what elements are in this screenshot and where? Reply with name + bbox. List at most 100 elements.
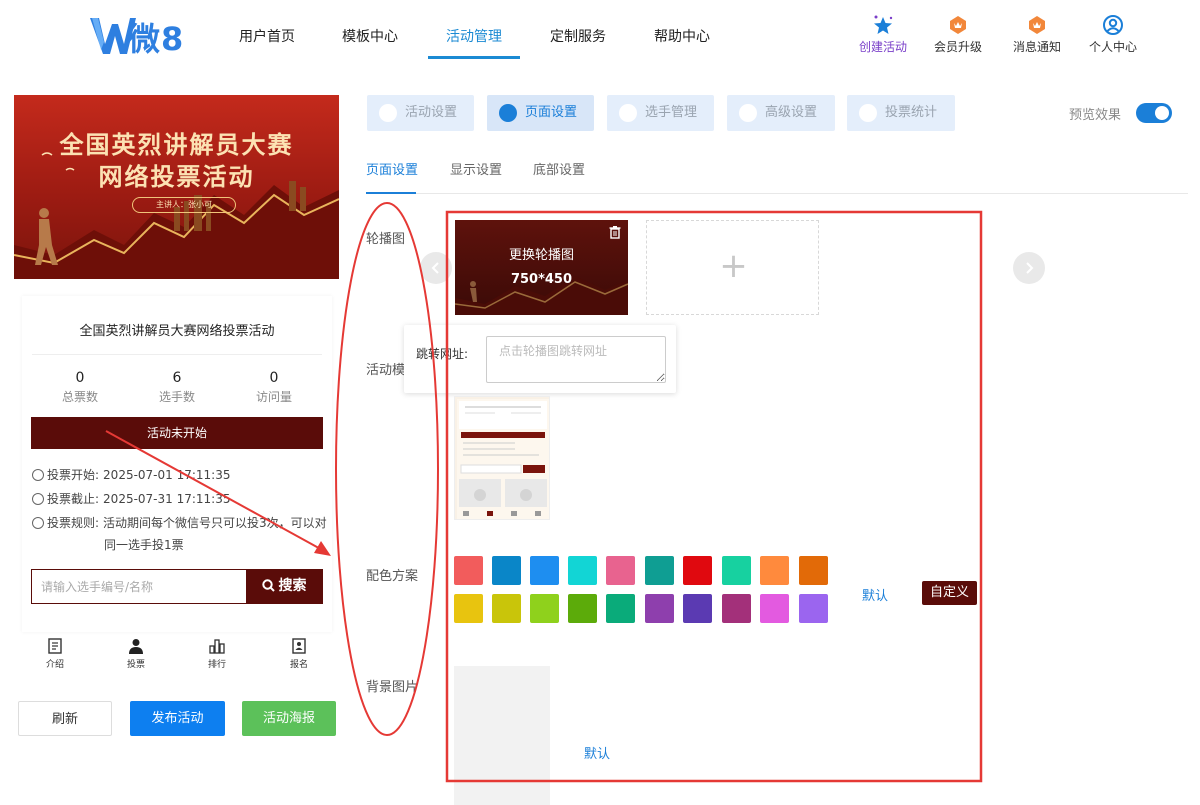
tab-vote-label: 投票 (126, 660, 145, 670)
tab-rank[interactable]: 排行 (192, 638, 242, 670)
color-swatch[interactable] (645, 594, 674, 623)
trash-icon[interactable] (608, 225, 622, 239)
step-vote-stats[interactable]: 投票统计 (847, 95, 955, 131)
color-swatch[interactable] (530, 594, 559, 623)
tab-intro[interactable]: 介绍 (30, 638, 80, 670)
bar-chart-icon (209, 639, 225, 654)
label-activity-template: 活动模 (366, 363, 406, 378)
tab-rank-label: 排行 (207, 660, 226, 670)
preview-effect-label: 预览效果 (1069, 108, 1122, 123)
search-button-label: 搜索 (278, 578, 307, 594)
stat-total-votes: 0 总票数 (40, 370, 120, 405)
preview-tabbar: 介绍 投票 排行 报名 (14, 634, 339, 674)
step-advanced-settings[interactable]: 高级设置 (727, 95, 835, 131)
logo-text[interactable]: 微8 (128, 14, 184, 60)
personal-center-button[interactable]: 个人中心 (1081, 14, 1145, 55)
label-color-scheme: 配色方案 (366, 569, 419, 584)
player-search-button[interactable]: 搜索 (246, 570, 322, 603)
tab-vote[interactable]: 投票 (111, 638, 161, 670)
preview-effect-toggle[interactable] (1136, 103, 1172, 123)
subtab-footer-settings[interactable]: 底部设置 (533, 159, 585, 178)
publish-activity-button[interactable]: 发布活动 (130, 701, 225, 736)
subtab-page-settings[interactable]: 页面设置 (366, 159, 418, 178)
stat-label: 选手数 (158, 390, 195, 404)
divider (32, 354, 322, 355)
step-activity-settings[interactable]: 活动设置 (367, 95, 474, 131)
thumb-size-text: 750*450 (510, 272, 573, 287)
member-upgrade-label: 会员升级 (933, 40, 982, 54)
banner-speaker: 主讲人：张小可 (132, 197, 236, 213)
carousel-add-button[interactable]: + (646, 220, 819, 315)
refresh-button[interactable]: 刷新 (18, 701, 112, 736)
color-swatch[interactable] (683, 594, 712, 623)
color-swatch[interactable] (683, 556, 712, 585)
id-card-icon (292, 638, 306, 654)
jump-url-popover: 跳转网址: (404, 325, 676, 393)
member-upgrade-button[interactable]: 会员升级 (926, 14, 990, 55)
color-swatch[interactable] (645, 556, 674, 585)
tab-intro-label: 介绍 (45, 660, 64, 670)
vote-rule-label: 投票规则: (47, 516, 100, 530)
player-search: 搜索 (31, 569, 323, 604)
stat-label: 总票数 (61, 390, 98, 404)
color-swatch[interactable] (454, 594, 483, 623)
color-swatch[interactable] (799, 556, 828, 585)
nav-templates[interactable]: 模板中心 (342, 26, 398, 46)
preview-banner: 全国英烈讲解员大赛 网络投票活动 主讲人：张小可 (14, 95, 339, 279)
color-swatch[interactable] (799, 594, 828, 623)
color-swatch[interactable] (568, 594, 597, 623)
jump-url-input[interactable] (486, 336, 666, 383)
user-circle-icon (1103, 15, 1123, 35)
color-swatch[interactable] (606, 594, 635, 623)
carousel-next-button[interactable] (1013, 252, 1045, 284)
vote-start-label: 投票开始: (47, 468, 100, 482)
activity-title: 全国英烈讲解员大赛网络投票活动 (79, 324, 275, 339)
vote-start-value: 2025-07-01 17:11:35 (103, 468, 231, 482)
heart-icon (379, 104, 397, 122)
color-swatch[interactable] (492, 594, 521, 623)
player-search-input[interactable] (32, 570, 248, 603)
tab-signup[interactable]: 报名 (274, 638, 324, 670)
color-swatch[interactable] (722, 594, 751, 623)
background-image-thumb[interactable] (454, 666, 550, 805)
color-swatch[interactable] (722, 556, 751, 585)
vote-end-value: 2025-07-31 17:11:35 (103, 492, 231, 506)
nav-help-center[interactable]: 帮助中心 (654, 26, 710, 46)
personal-center-label: 个人中心 (1088, 40, 1137, 54)
carousel-image-thumb[interactable]: 更换轮播图 750*450 (455, 220, 628, 315)
preview-info-panel: 全国英烈讲解员大赛网络投票活动 0 总票数 6 选手数 0 访问量 活动未开始 … (22, 296, 332, 632)
create-activity-button[interactable]: 创建活动 (851, 14, 915, 55)
color-swatch[interactable] (760, 594, 789, 623)
jump-url-label: 跳转网址: (416, 347, 469, 361)
step-label: 页面设置 (525, 105, 578, 120)
color-swatch[interactable] (454, 556, 483, 585)
color-swatch[interactable] (530, 556, 559, 585)
subtab-display-settings[interactable]: 显示设置 (450, 159, 502, 178)
nav-activity-manage[interactable]: 活动管理 (446, 26, 502, 46)
color-swatch[interactable] (492, 556, 521, 585)
color-swatch[interactable] (606, 556, 635, 585)
stat-value: 0 (75, 370, 85, 386)
chevron-right-icon (1026, 262, 1034, 274)
color-swatch[interactable] (760, 556, 789, 585)
activity-poster-button[interactable]: 活动海报 (242, 701, 336, 736)
activity-template-thumb[interactable] (454, 396, 550, 520)
background-default-button[interactable]: 默认 (584, 743, 610, 762)
carousel-prev-button[interactable] (420, 252, 452, 284)
vote-rule-line2: 同一选手投1票 (104, 538, 184, 552)
vote-end-label: 投票截止: (47, 492, 100, 506)
message-notify-button[interactable]: 消息通知 (1005, 14, 1069, 55)
label-background-image: 背景图片 (366, 680, 419, 695)
step-player-manage[interactable]: 选手管理 (607, 95, 714, 131)
bell-icon (1029, 16, 1045, 34)
step-page-settings[interactable]: 页面设置 (487, 95, 594, 131)
color-custom-button[interactable]: 自定义 (922, 581, 977, 605)
color-swatch[interactable] (568, 556, 597, 585)
step-label: 高级设置 (765, 105, 818, 120)
list-icon (859, 104, 877, 122)
nav-custom-service[interactable]: 定制服务 (550, 26, 606, 46)
step-label: 活动设置 (405, 105, 458, 120)
stat-visits: 0 访问量 (234, 370, 314, 405)
color-default-button[interactable]: 默认 (862, 585, 888, 604)
nav-home[interactable]: 用户首页 (239, 26, 295, 46)
